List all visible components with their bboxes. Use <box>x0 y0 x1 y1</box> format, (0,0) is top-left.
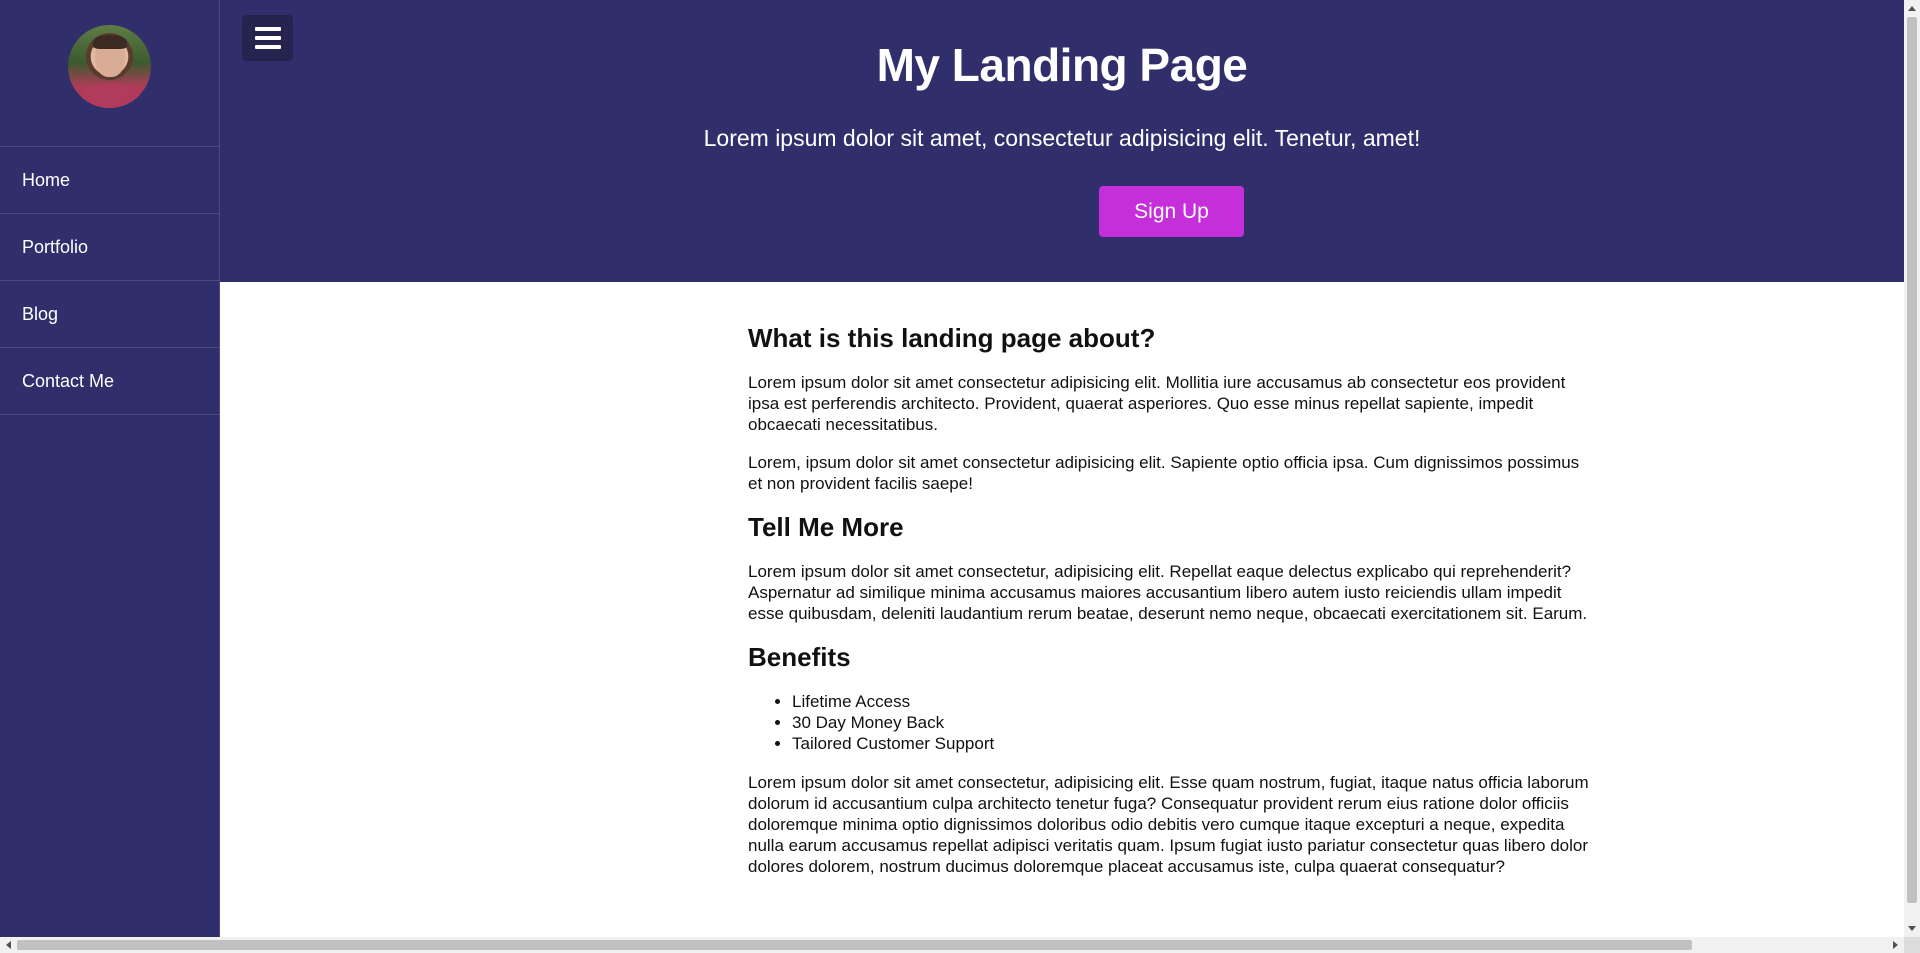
scroll-right-arrow-icon[interactable] <box>1893 941 1898 949</box>
avatar-container <box>0 0 219 147</box>
scroll-up-arrow-icon[interactable] <box>1908 6 1916 11</box>
avatar[interactable] <box>68 25 151 108</box>
horizontal-scrollbar-thumb[interactable] <box>17 940 1692 950</box>
benefits-paragraph: Lorem ipsum dolor sit amet consectetur, … <box>748 773 1589 876</box>
sidebar-item-contact[interactable]: Contact Me <box>0 348 219 415</box>
page-title: My Landing Page <box>876 39 1248 91</box>
section-heading-benefits: Benefits <box>748 642 851 672</box>
sidebar-item-blog[interactable]: Blog <box>0 281 219 348</box>
horizontal-scrollbar[interactable] <box>0 937 1904 953</box>
sidebar-item-label: Home <box>22 169 71 190</box>
vertical-scrollbar-thumb[interactable] <box>1907 17 1917 903</box>
section-heading-about: What is this landing page about? <box>748 323 1156 353</box>
hero-header: My Landing Page Lorem ipsum dolor sit am… <box>220 0 1904 282</box>
sidebar-nav: Home Portfolio Blog Contact Me <box>0 147 219 415</box>
sidebar-item-home[interactable]: Home <box>0 147 219 214</box>
vertical-scrollbar[interactable] <box>1904 0 1920 937</box>
sidebar-item-label: Contact Me <box>22 370 115 391</box>
benefits-list: Lifetime Access 30 Day Money Back Tailor… <box>792 691 1598 754</box>
section-heading-more: Tell Me More <box>748 512 904 542</box>
about-paragraph-2: Lorem, ipsum dolor sit amet consectetur … <box>748 453 1580 493</box>
scroll-down-arrow-icon[interactable] <box>1908 926 1916 931</box>
sidebar-item-label: Portfolio <box>22 236 89 257</box>
menu-bar <box>254 27 281 31</box>
list-item: 30 Day Money Back <box>792 712 1598 733</box>
sidebar: Home Portfolio Blog Contact Me <box>0 0 220 937</box>
list-item: Lifetime Access <box>792 691 1598 712</box>
more-paragraph: Lorem ipsum dolor sit amet consectetur, … <box>748 562 1588 623</box>
scroll-left-arrow-icon[interactable] <box>6 941 11 949</box>
sidebar-item-label: Blog <box>22 303 59 324</box>
sidebar-item-portfolio[interactable]: Portfolio <box>0 214 219 281</box>
hero-subtitle: Lorem ipsum dolor sit amet, consectetur … <box>703 125 1421 151</box>
list-item: Tailored Customer Support <box>792 733 1598 754</box>
avatar-hair <box>93 35 127 49</box>
main-content: What is this landing page about? Lorem i… <box>748 322 1598 894</box>
sign-up-button[interactable]: Sign Up <box>1099 186 1244 237</box>
about-paragraph-1: Lorem ipsum dolor sit amet consectetur a… <box>748 373 1566 434</box>
scrollbar-corner <box>1904 937 1920 953</box>
avatar-shirt <box>80 83 140 108</box>
